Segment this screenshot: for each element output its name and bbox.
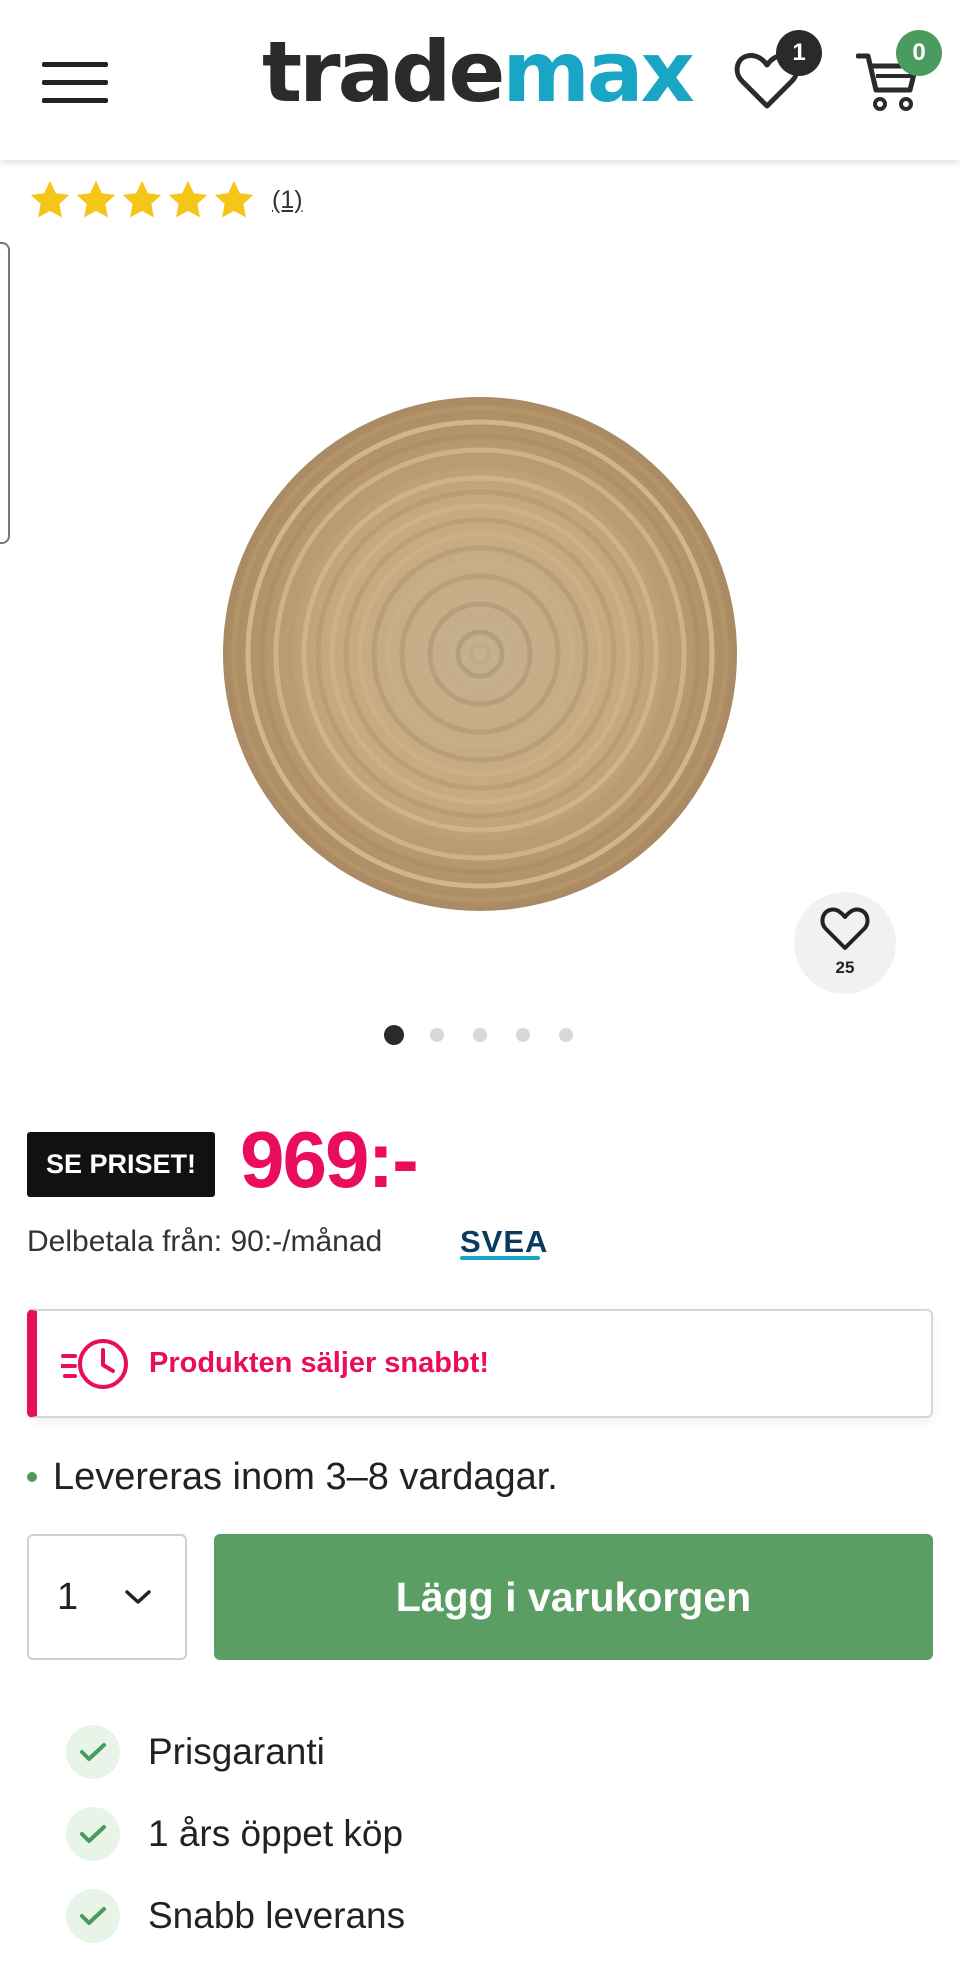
star-icon: [214, 180, 254, 218]
gallery-dot[interactable]: [516, 1028, 530, 1042]
delivery-info: Levereras inom 3–8 vardagar.: [27, 1452, 558, 1502]
product-price: 969:-: [240, 1115, 419, 1204]
check-icon: [66, 1889, 120, 1943]
delivery-status-dot: [27, 1472, 37, 1482]
usp-label: 1 års öppet köp: [148, 1813, 404, 1854]
logo-text-max: max: [502, 23, 694, 121]
star-icon: [168, 180, 208, 218]
review-count-link[interactable]: (1): [272, 186, 303, 215]
check-icon: [66, 1725, 120, 1779]
cart-count-badge: 0: [896, 30, 942, 76]
delivery-text: Levereras inom 3–8 vardagar.: [53, 1455, 558, 1498]
gallery-pagination: [384, 1024, 602, 1046]
favorite-count: 25: [835, 958, 855, 977]
side-drawer-tab[interactable]: [0, 242, 10, 544]
add-to-cart-button[interactable]: Lägg i varukorgen: [214, 1534, 933, 1660]
check-icon: [66, 1807, 120, 1861]
quantity-value: 1: [57, 1576, 79, 1618]
gallery-dot[interactable]: [559, 1028, 573, 1042]
installment-info: Delbetala från: 90:-/månad: [27, 1225, 383, 1258]
usp-item: Snabb leverans: [66, 1888, 405, 1944]
usp-label: Prisgaranti: [148, 1731, 325, 1772]
selling-fast-alert: Produkten säljer snabbt!: [27, 1309, 933, 1418]
wishlist-count-badge: 1: [776, 30, 822, 76]
heart-icon: [820, 907, 870, 950]
star-icon: [30, 180, 70, 218]
price-tag-label: SE PRISET!: [27, 1132, 215, 1197]
quantity-select[interactable]: 1: [27, 1534, 187, 1660]
usp-item: Prisgaranti: [66, 1724, 325, 1780]
product-image[interactable]: [222, 396, 738, 912]
product-rating: (1): [28, 176, 303, 224]
star-icon: [122, 180, 162, 218]
fast-clock-icon: [61, 1339, 128, 1389]
usp-label: Snabb leverans: [148, 1895, 406, 1936]
gallery-dot[interactable]: [473, 1028, 487, 1042]
gallery-dot[interactable]: [384, 1025, 404, 1045]
usp-item: 1 års öppet köp: [66, 1806, 403, 1862]
menu-icon[interactable]: [42, 58, 110, 106]
trademax-logo[interactable]: trademax: [262, 22, 695, 122]
svea-logo-underline: [460, 1256, 540, 1260]
site-header: trademax 1 0: [0, 0, 960, 160]
star-icon: [76, 180, 116, 218]
logo-text-trade: trade: [262, 23, 505, 121]
selling-fast-text: Produkten säljer snabbt!: [149, 1347, 490, 1379]
chevron-down-icon: [125, 1590, 151, 1604]
favorite-button[interactable]: 25: [794, 892, 896, 994]
gallery-dot[interactable]: [430, 1028, 444, 1042]
